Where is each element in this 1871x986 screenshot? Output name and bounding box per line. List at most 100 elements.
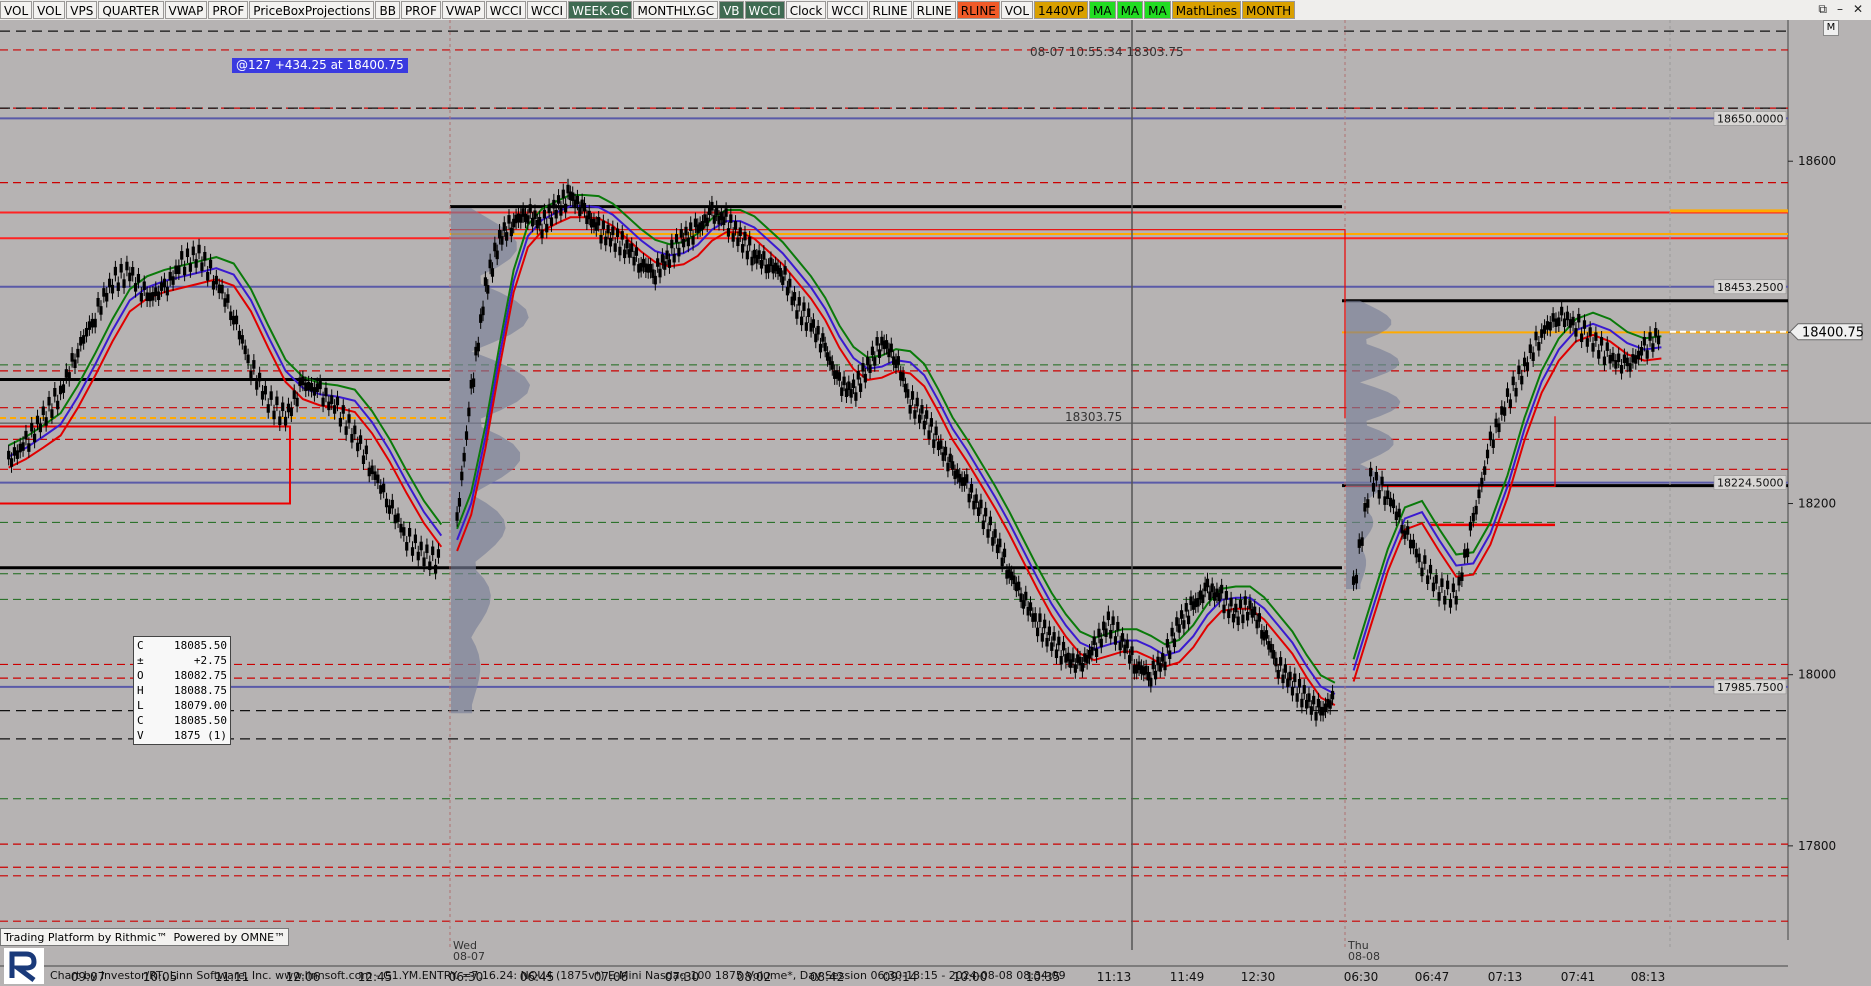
candle-body — [1097, 628, 1101, 638]
toolbar-button-1440vp[interactable]: 1440VP — [1034, 1, 1088, 19]
candle-body — [217, 284, 221, 294]
candle-body — [1043, 619, 1047, 629]
candle-body — [479, 314, 483, 323]
candle-body — [145, 292, 149, 301]
candle-body — [347, 414, 351, 423]
session-date-label: 08-07 — [453, 950, 485, 963]
candle-body — [1457, 576, 1461, 586]
toolbar-button-wcci[interactable]: WCCI — [744, 1, 785, 19]
ohlc-value: +2.75 — [193, 654, 227, 667]
candle-body — [486, 285, 490, 294]
candle-body — [507, 215, 511, 224]
close-icon[interactable]: ✕ — [1853, 2, 1863, 16]
candle-body — [667, 259, 672, 268]
candle-body — [1224, 591, 1228, 600]
toolbar-button-rline[interactable]: RLINE — [956, 1, 1000, 19]
candle-body — [1408, 539, 1413, 549]
candle-body — [847, 381, 851, 391]
candle-body — [252, 360, 256, 369]
candle-body — [1177, 624, 1181, 633]
toolbar-button-month[interactable]: MONTH — [1241, 1, 1296, 19]
candle-body — [1639, 347, 1644, 356]
candle-body — [908, 405, 912, 414]
candle-body — [1196, 597, 1200, 607]
toolbar-button-wcci[interactable]: WCCI — [526, 1, 568, 19]
toolbar-button-rline[interactable]: RLINE — [912, 1, 956, 19]
candle-body — [387, 505, 392, 514]
candle-body — [611, 226, 615, 236]
candle-body — [490, 268, 495, 277]
candle-body — [38, 423, 42, 433]
toolbar-button-quarter[interactable]: QUARTER — [98, 1, 164, 19]
candle-body — [410, 547, 415, 556]
candle-body — [1505, 388, 1510, 397]
toolbar-button-prof[interactable]: PROF — [400, 1, 441, 19]
candle-body — [715, 206, 719, 216]
toolbar-button-vps[interactable]: VPS — [66, 1, 98, 19]
toolbar-button-monthly-gc[interactable]: MONTHLY.GC — [633, 1, 719, 19]
candle-body — [35, 415, 40, 425]
candle-body — [425, 544, 429, 554]
toolbar-button-prof[interactable]: PROF — [208, 1, 249, 19]
toolbar-button-ma[interactable]: MA — [1144, 1, 1171, 19]
candle-body — [724, 208, 728, 217]
minimize-icon[interactable]: – — [1837, 2, 1843, 16]
candle-body — [1045, 637, 1049, 647]
toolbar-button-vwap[interactable]: VWAP — [441, 1, 485, 19]
toolbar-button-bb[interactable]: BB — [375, 1, 400, 19]
toolbar-button-wcci[interactable]: WCCI — [485, 1, 526, 19]
candle-body — [939, 440, 943, 449]
toolbar-button-week-gc[interactable]: WEEK.GC — [568, 1, 633, 19]
candle-body — [1474, 505, 1478, 515]
candle-body — [743, 231, 747, 241]
candle-body — [1648, 332, 1652, 341]
toolbar-button-ma[interactable]: MA — [1116, 1, 1144, 19]
candle-body — [604, 236, 608, 246]
candle-body — [44, 417, 48, 426]
candle-body — [866, 356, 870, 366]
toolbar-button-vol[interactable]: VOL — [0, 1, 33, 19]
candle-body — [606, 224, 610, 234]
candle-body — [630, 243, 634, 252]
candle-body — [1460, 572, 1464, 581]
toolbar-button-vol[interactable]: VOL — [33, 1, 66, 19]
candle-body — [67, 372, 71, 381]
toolbar-button-vol[interactable]: VOL — [1000, 1, 1034, 19]
toolbar-button-ma[interactable]: MA — [1089, 1, 1116, 19]
m-button[interactable]: M — [1823, 20, 1839, 36]
candle-body — [408, 527, 412, 537]
candle-body — [171, 276, 175, 285]
toolbar-button-mathlines[interactable]: MathLines — [1171, 1, 1241, 19]
candle-body — [151, 291, 155, 301]
candle-body — [1208, 591, 1212, 601]
candle-body — [361, 455, 366, 465]
toolbar-button-rline[interactable]: RLINE — [868, 1, 912, 19]
candle-body — [18, 443, 22, 453]
toolbar-button-vwap[interactable]: VWAP — [164, 1, 208, 19]
candle-body — [1104, 628, 1108, 637]
restore-icon[interactable]: ⧉ — [1818, 2, 1827, 16]
ohlc-key: L — [137, 699, 144, 712]
price-chart[interactable]: 186001840018200180001780018650.000018453… — [0, 20, 1871, 986]
candle-body — [116, 282, 120, 292]
candle-body — [1491, 439, 1495, 448]
toolbar-button-wcci[interactable]: WCCI — [827, 1, 868, 19]
toolbar-button-clock[interactable]: Clock — [785, 1, 827, 19]
cursor-readout: 08-07 10:55:34 18303.75 — [1030, 45, 1184, 59]
ohlc-value: 18088.75 — [174, 684, 227, 697]
candle-body — [1440, 578, 1444, 587]
candle-body — [307, 381, 311, 391]
candle-body — [1480, 477, 1484, 487]
toolbar-button-priceboxprojections[interactable]: PriceBoxProjections — [249, 1, 375, 19]
candle-body — [587, 210, 591, 220]
candle-body — [1391, 499, 1396, 509]
candle-body — [87, 321, 92, 330]
candle-body — [951, 461, 955, 470]
indicator-toolbar: VOL VOL VPS QUARTER VWAP PROF PriceBoxProjecti… — [0, 0, 1871, 21]
candle-body — [722, 216, 726, 226]
candle-body — [1281, 674, 1285, 684]
candle-body — [873, 357, 877, 366]
candle-body — [748, 236, 752, 246]
candle-body — [1625, 357, 1629, 367]
toolbar-button-vb[interactable]: VB — [719, 1, 744, 19]
